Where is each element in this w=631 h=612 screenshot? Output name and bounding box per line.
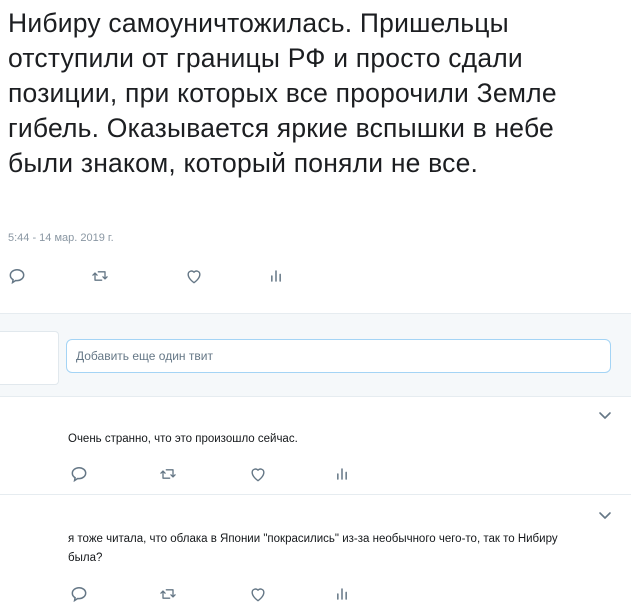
tweet-actions <box>0 266 320 288</box>
analytics-icon[interactable] <box>332 464 352 484</box>
reply-text: Очень странно, что это произошло сейчас. <box>68 433 298 445</box>
reply-icon[interactable] <box>69 584 89 604</box>
reply-icon[interactable] <box>7 266 27 286</box>
retweet-icon[interactable] <box>158 584 178 604</box>
like-icon[interactable] <box>248 464 268 484</box>
retweet-icon[interactable] <box>158 464 178 484</box>
analytics-icon[interactable] <box>266 266 286 286</box>
reply-actions <box>0 584 400 606</box>
like-icon[interactable] <box>248 584 268 604</box>
tweet-text: Нибиру самоуничтожилась. Пришельцы отсту… <box>8 8 557 178</box>
chevron-down-icon[interactable] <box>598 511 612 521</box>
retweet-icon[interactable] <box>90 266 110 286</box>
reply-actions <box>0 464 400 486</box>
tweet-timestamp[interactable]: 5:44 - 14 мар. 2019 г. <box>8 232 114 244</box>
reply-icon[interactable] <box>69 464 89 484</box>
reply-divider <box>0 494 631 495</box>
add-tweet-input[interactable]: Добавить еще один твит <box>66 339 611 373</box>
like-icon[interactable] <box>184 266 204 286</box>
analytics-icon[interactable] <box>332 584 352 604</box>
chevron-down-icon[interactable] <box>598 411 612 421</box>
reply-text: я тоже читала, что облака в Японии "покр… <box>68 533 558 564</box>
avatar <box>0 331 59 385</box>
